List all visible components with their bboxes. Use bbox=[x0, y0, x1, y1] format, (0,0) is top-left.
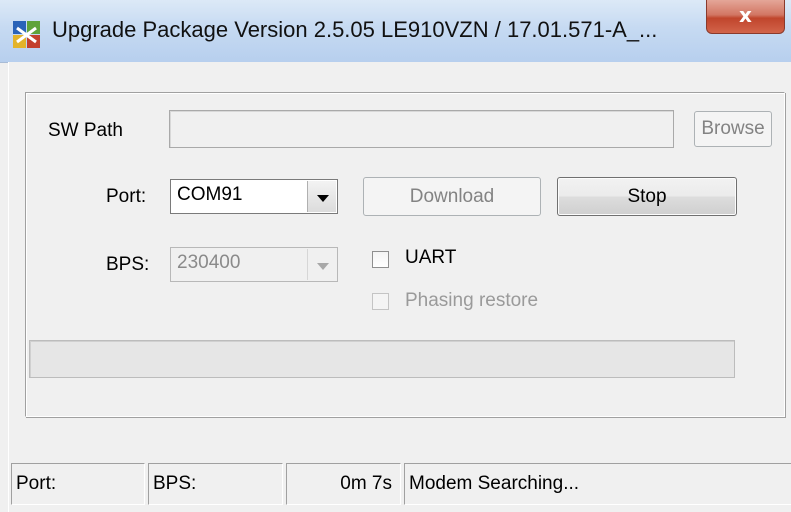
sw-path-field[interactable] bbox=[169, 110, 674, 148]
options-group: SW Path Browse Port: COM91 Download Stop… bbox=[25, 92, 785, 417]
bps-label: BPS: bbox=[106, 254, 150, 275]
sw-path-label: SW Path bbox=[48, 120, 123, 141]
browse-button[interactable]: Browse bbox=[694, 111, 772, 147]
phasing-restore-checkbox[interactable] bbox=[372, 293, 389, 310]
chevron-down-icon[interactable] bbox=[307, 249, 336, 280]
status-bar: Port: BPS: 0m 7s Modem Searching... bbox=[9, 463, 791, 512]
window-title: Upgrade Package Version 2.5.05 LE910VZN … bbox=[52, 17, 658, 42]
port-select[interactable]: COM91 bbox=[170, 179, 338, 214]
port-label: Port: bbox=[106, 186, 147, 207]
uart-checkbox[interactable] bbox=[372, 251, 389, 268]
chevron-down-icon[interactable] bbox=[307, 181, 336, 212]
port-value: COM91 bbox=[177, 184, 243, 205]
stop-button[interactable]: Stop bbox=[557, 177, 737, 216]
dialog-body: SW Path Browse Port: COM91 Download Stop… bbox=[8, 62, 791, 512]
close-icon: x bbox=[739, 3, 752, 27]
phasing-restore-label: Phasing restore bbox=[405, 290, 539, 311]
bps-select[interactable]: 230400 bbox=[170, 247, 338, 282]
status-bps: BPS: bbox=[148, 463, 283, 505]
status-elapsed-time: 0m 7s bbox=[286, 463, 401, 505]
app-puzzle-icon bbox=[13, 21, 40, 48]
status-message: Modem Searching... bbox=[404, 463, 791, 505]
status-port: Port: bbox=[11, 463, 145, 505]
uart-label: UART bbox=[405, 247, 457, 268]
close-button[interactable]: x bbox=[706, 0, 785, 34]
bps-value: 230400 bbox=[177, 252, 241, 273]
download-button[interactable]: Download bbox=[363, 177, 541, 216]
title-bar[interactable]: Upgrade Package Version 2.5.05 LE910VZN … bbox=[0, 0, 791, 63]
progress-bar bbox=[29, 340, 735, 378]
